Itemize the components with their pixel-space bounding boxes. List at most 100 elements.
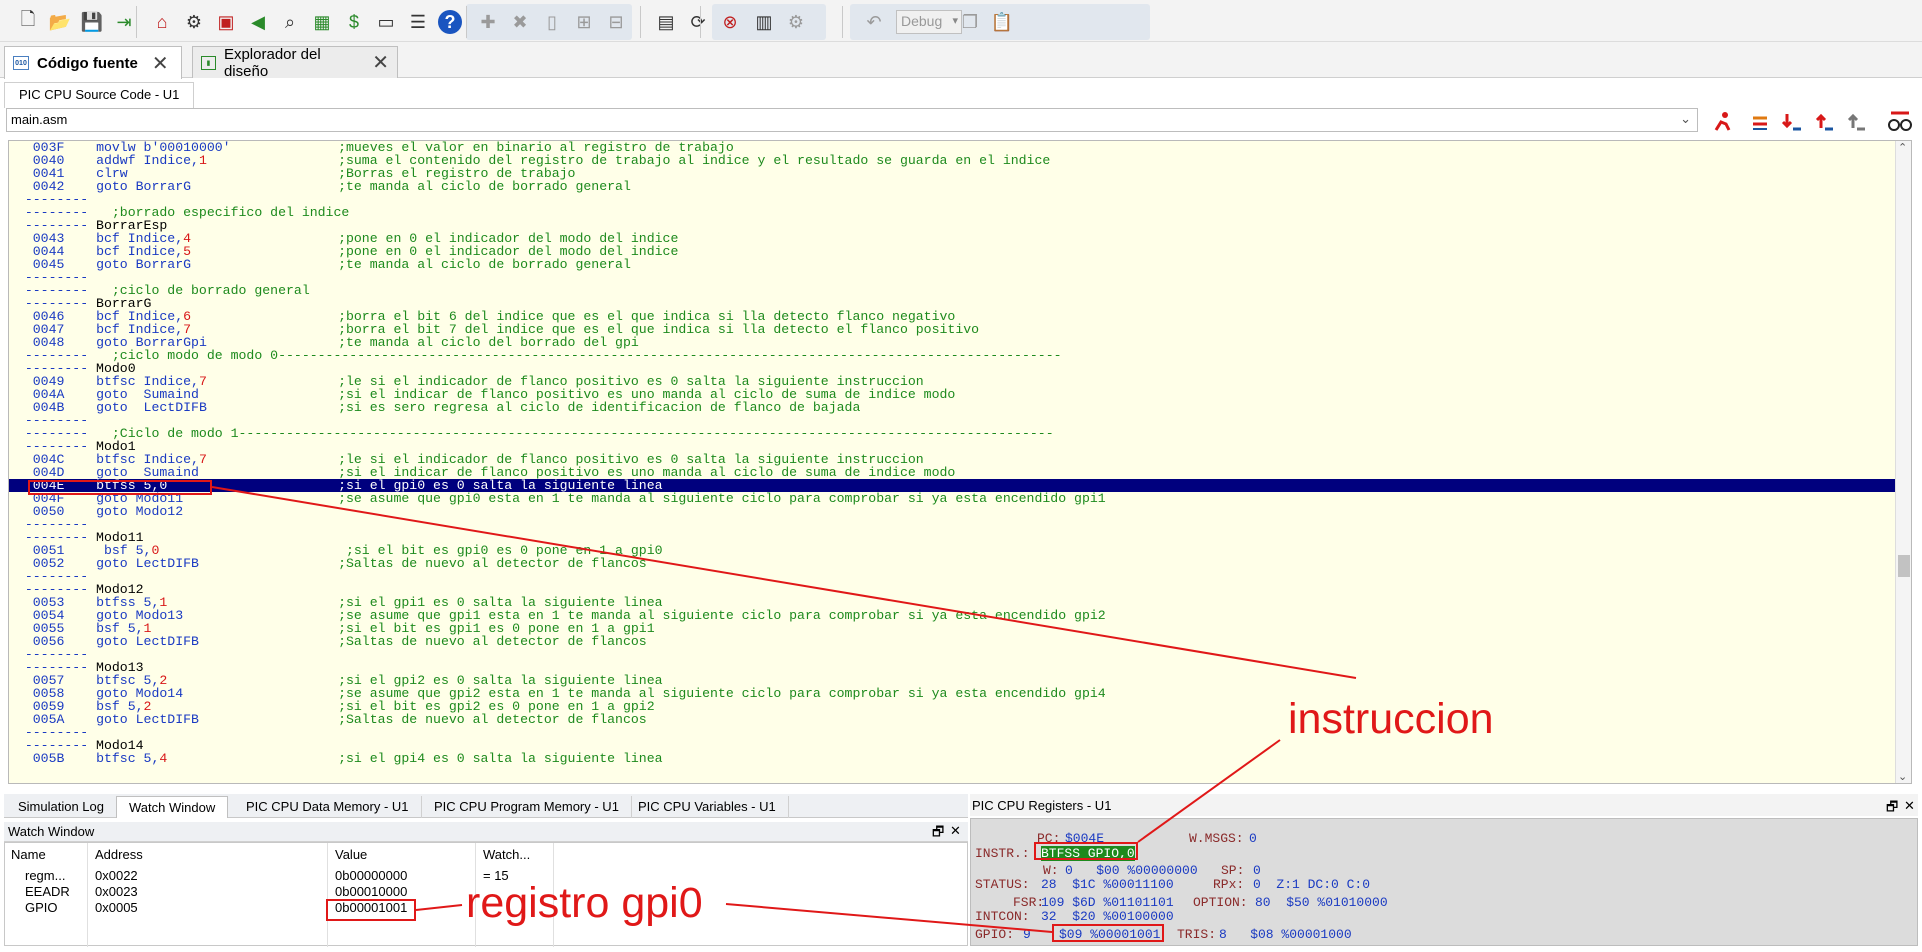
page-add-icon[interactable]: ⊞ [570,8,598,36]
exit-icon[interactable]: ⇥ [110,8,138,36]
code-line[interactable]: 004A goto Sumaind ;si el indicar de flanc… [9,388,1895,401]
code-line[interactable]: -------- Modo0 [9,362,1895,375]
undo-icon[interactable]: ↶ [860,8,888,36]
page-remove-icon[interactable]: ⊟ [602,8,630,36]
column-header-watch[interactable]: Watch... [477,847,530,862]
code-line[interactable]: 004B goto LectDIFB ;si es sero regresa al… [9,401,1895,414]
code-line[interactable]: 004F goto Modo11 ;se asume que gpi0 esta … [9,492,1895,505]
file-select[interactable]: main.asm ⌄ [6,108,1698,132]
open-icon[interactable]: 📂 [46,8,74,36]
tab-codigo-fuente[interactable]: 010 Código fuente ✕ [4,46,182,79]
tab-variables[interactable]: PIC CPU Variables - U1 [626,796,789,818]
code-line[interactable]: 0040 addwf Indice,1 ;suma el contenido de… [9,154,1895,167]
component-icon[interactable]: ⚙ [180,8,208,36]
breakpoints-icon[interactable] [1886,107,1914,135]
binary-icon[interactable]: ▭ [372,8,400,36]
code-line[interactable]: 0047 bcf Indice,7 ;borra el bit 7 del ind… [9,323,1895,336]
column-header-address[interactable]: Address [89,847,143,862]
code-line[interactable]: 0058 goto Modo14 ;se asume que gpi2 esta … [9,687,1895,700]
code-line[interactable]: -------- Modo13 [9,661,1895,674]
code-line[interactable]: 005A goto LectDIFB ;Saltas de nuevo al de… [9,713,1895,726]
compile-icon[interactable]: ▤ [652,8,680,36]
code-line[interactable]: -------- [9,726,1895,739]
editor-scrollbar[interactable]: ⌃ ⌄ [1895,141,1911,783]
chevron-up-icon[interactable]: ⌃ [1898,141,1907,154]
code-line[interactable]: -------- Modo1 [9,440,1895,453]
chip-icon[interactable]: ▣ [212,8,240,36]
code-line[interactable]: -------- Modo14 [9,739,1895,752]
column-header-name[interactable]: Name [5,847,46,862]
step-back-icon[interactable] [1842,107,1870,135]
code-line[interactable]: -------- Modo11 [9,531,1895,544]
code-line[interactable]: 005B btfsc 5,4 ;si el gpi4 es 0 salta la … [9,752,1895,765]
tab-watch-window[interactable]: Watch Window [116,796,229,818]
code-line[interactable]: 0042 goto BorrarG ;te manda al ciclo de b… [9,180,1895,193]
tab-label: PIC CPU Data Memory - U1 [246,799,409,814]
code-line[interactable]: -------- BorrarEsp [9,219,1895,232]
price-icon[interactable]: $ [340,8,368,36]
close-icon[interactable]: ✕ [152,51,169,76]
code-line[interactable]: -------- ;Ciclo de modo 1---------------… [9,427,1895,440]
close-icon[interactable]: ✕ [950,823,961,839]
tab-data-memory[interactable]: PIC CPU Data Memory - U1 [234,796,422,818]
restore-icon[interactable]: 🗗 [1886,798,1898,820]
build-icon[interactable]: ⟳ [684,8,712,36]
code-line[interactable]: 0056 goto LectDIFB ;Saltas de nuevo al de… [9,635,1895,648]
column-header-value[interactable]: Value [329,847,367,862]
chevron-down-icon[interactable]: ⌄ [1898,770,1907,783]
memory-icon[interactable]: ▥ [750,8,778,36]
chevron-down-icon: ⌄ [1680,111,1691,126]
code-line[interactable]: -------- [9,518,1895,531]
settings-icon[interactable]: ⚙ [782,8,810,36]
code-line[interactable]: -------- [9,570,1895,583]
code-line[interactable]: 0051 bsf 5,0 ;si el bit es gpi0 es 0 pon… [9,544,1895,557]
run-to-icon[interactable] [1708,107,1736,135]
find-icon[interactable]: ⌕ [276,8,304,36]
code-line[interactable]: 0055 bsf 5,1 ;si el bit es gpi1 es 0 pone… [9,622,1895,635]
source-code-panel-tab[interactable]: PIC CPU Source Code - U1 [4,82,195,108]
build-config-select[interactable]: Debug ▾ [896,10,962,34]
instr-label: INSTR.: [975,846,1030,861]
tab-explorador-del-diseno[interactable]: ▮ Explorador del diseño ✕ [192,46,398,80]
home-icon[interactable]: ⌂ [148,8,176,36]
code-line[interactable]: 0045 goto BorrarG ;te manda al ciclo de b… [9,258,1895,271]
close-icon[interactable]: ✕ [372,50,389,75]
code-line[interactable]: 004D goto Sumaind ;si el indicar de flanc… [9,466,1895,479]
add-icon[interactable]: ✚ [474,8,502,36]
paste-icon[interactable]: 📋 [988,8,1016,36]
code-line[interactable]: 0059 bsf 5,2 ;si el bit es gpi2 es 0 pone… [9,700,1895,713]
delete-icon[interactable]: ✖ [506,8,534,36]
board-icon[interactable]: ▦ [308,8,336,36]
tab-label: PIC CPU Program Memory - U1 [434,799,619,814]
step-into-icon[interactable] [1746,107,1774,135]
step-out-icon[interactable] [1810,107,1838,135]
page-icon[interactable]: ▯ [538,8,566,36]
code-line[interactable]: 0041 clrw ;Borras el registro de trabajo [9,167,1895,180]
close-icon[interactable]: ✕ [1904,798,1915,814]
code-line[interactable]: 0050 goto Modo12 [9,505,1895,518]
new-icon[interactable]: 🗋 [14,8,42,36]
code-line[interactable]: -------- Modo12 [9,583,1895,596]
stop-build-icon[interactable]: ⊗ [716,8,744,36]
source-code-editor[interactable]: 003F movlw b'00010000' ;mueves el valor e… [8,140,1912,784]
code-line[interactable]: 0044 bcf Indice,5 ;pone en 0 el indicador… [9,245,1895,258]
toolbar-separator [136,6,137,38]
scrollbar-thumb[interactable] [1898,555,1910,577]
code-line[interactable]: -------- ;ciclo de borrado general [9,284,1895,297]
save-icon[interactable]: 💾 [78,8,106,36]
code-line[interactable]: -------- ;ciclo modo de modo 0----------… [9,349,1895,362]
code-line[interactable]: -------- ;borrado especifico del indice [9,206,1895,219]
help-icon[interactable]: ? [438,10,462,34]
code-line[interactable]: 0054 goto Modo13 ;se asume que gpi1 esta … [9,609,1895,622]
code-line[interactable]: 0052 goto LectDIFB ;Saltas de nuevo al de… [9,557,1895,570]
code-line[interactable]: 0043 bcf Indice,4 ;pone en 0 el indicador… [9,232,1895,245]
highlight-instruction-box [28,480,212,495]
play-icon[interactable]: ◀ [244,8,272,36]
code-line[interactable]: -------- [9,648,1895,661]
tab-program-memory[interactable]: PIC CPU Program Memory - U1 [422,796,632,818]
step-over-icon[interactable] [1778,107,1806,135]
toolbar-separator [842,6,843,38]
tab-simulation-log[interactable]: Simulation Log [6,796,117,818]
annotation-registro-gpi0: registro gpi0 [466,879,703,927]
document-icon[interactable]: ☰ [404,8,432,36]
